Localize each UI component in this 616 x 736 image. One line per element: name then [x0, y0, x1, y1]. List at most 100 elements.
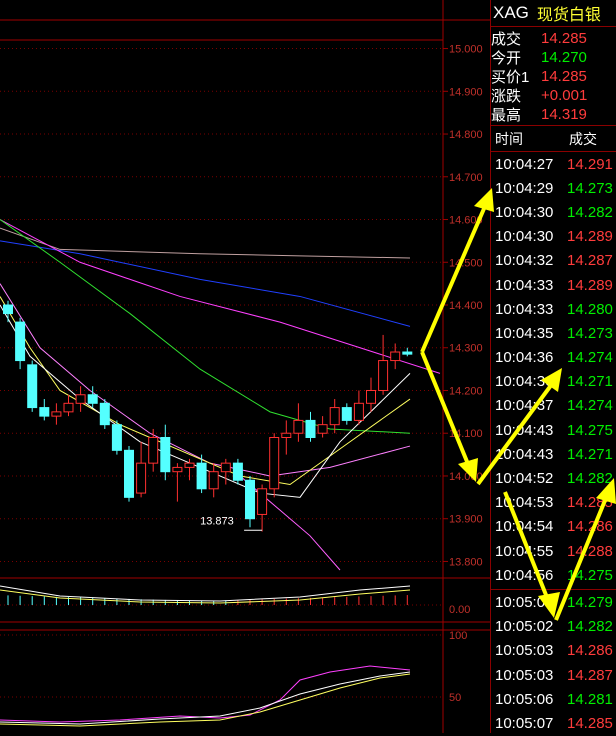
- ma-line-grey: [0, 227, 411, 259]
- ticks-header: 时间 成交: [491, 126, 616, 152]
- tick-price: 14.287: [567, 252, 613, 270]
- candle-body: [111, 424, 122, 451]
- tick-time: 10:05:07: [495, 714, 554, 732]
- quote-list: 成交 14.285 今开 14.270 买价1 14.285 涨跌 +0.001 最高 14.31…: [491, 27, 616, 126]
- tick-price: 14.279: [567, 593, 613, 611]
- candle-body: [366, 389, 376, 404]
- candle-body: [329, 407, 340, 426]
- quote-row: 成交 14.285: [491, 29, 616, 48]
- tick-price: 14.291: [567, 155, 613, 173]
- quote-value: +0.001: [541, 87, 588, 104]
- candle-body: [3, 304, 13, 315]
- quote-value: 14.285: [541, 30, 587, 47]
- tick-time: 10:04:36: [495, 349, 554, 367]
- y-tick-label: 14.700: [449, 172, 483, 184]
- tick-row[interactable]: 10:04:43 14.275: [491, 418, 616, 442]
- tick-time: 10:04:30: [495, 203, 554, 221]
- symbol-name: 现货白银: [536, 7, 601, 24]
- candle-body: [87, 394, 98, 404]
- tick-row[interactable]: 10:04:53 14.285: [491, 491, 616, 515]
- quote-row: 买价1 14.285: [491, 67, 616, 86]
- tick-row[interactable]: 10:05:07 14.285: [491, 711, 616, 735]
- tick-row[interactable]: 10:04:30 14.289: [491, 225, 616, 249]
- tick-row[interactable]: 10:04:37 14.274: [491, 394, 616, 418]
- quote-label: 买价1: [491, 69, 530, 86]
- candle-body: [136, 462, 147, 494]
- tick-price: 14.275: [567, 566, 613, 584]
- candle-body: [184, 462, 195, 468]
- tick-time: 10:04:55: [495, 542, 554, 560]
- tick-price: 14.273: [567, 324, 613, 342]
- tick-time: 10:04:33: [495, 300, 554, 318]
- quote-value: 14.270: [541, 49, 587, 66]
- quote-label: 今开: [491, 50, 522, 67]
- tick-price: 14.285: [567, 494, 613, 512]
- tick-price: 14.271: [567, 445, 613, 463]
- tick-price: 14.286: [567, 518, 613, 536]
- tick-price: 14.289: [567, 276, 613, 294]
- tick-time: 10:04:35: [495, 324, 554, 342]
- candle-body: [99, 402, 110, 426]
- macd-panel: 0.00: [0, 585, 470, 616]
- tick-row[interactable]: 10:04:36 14.274: [491, 346, 616, 370]
- y-tick-label: 14.100: [449, 428, 483, 440]
- tick-row[interactable]: 10:04:33 14.280: [491, 297, 616, 321]
- ma-line-pink: [0, 283, 411, 477]
- candle-body: [220, 462, 231, 473]
- tick-price: 14.280: [567, 300, 613, 318]
- ticks-list[interactable]: 10:04:27 14.291 10:04:29 14.273 10:04:30 14.2…: [491, 152, 616, 587]
- y-tick-label: 13.900: [449, 514, 483, 526]
- tick-row[interactable]: 10:04:29 14.273: [491, 176, 616, 200]
- tick-row[interactable]: 10:04:52 14.282: [491, 466, 616, 490]
- tick-row[interactable]: 10:04:54 14.286: [491, 515, 616, 539]
- candlestick-chart: 15.000 14.900 14.800 14.700 14.600 14.500 14.4…: [0, 0, 490, 733]
- tick-row[interactable]: 10:04:55 14.288: [491, 539, 616, 563]
- candle-body: [232, 462, 243, 481]
- candle-body: [281, 432, 292, 438]
- quote-row: 今开 14.270: [491, 48, 616, 67]
- kdj-tick-label: 100: [449, 630, 467, 642]
- tick-row[interactable]: 10:05:03 14.286: [491, 639, 616, 663]
- tick-time: 10:04:37: [495, 397, 554, 415]
- y-tick-label: 14.500: [449, 257, 483, 269]
- tick-row[interactable]: 10:04:30 14.282: [491, 200, 616, 224]
- tick-row[interactable]: 10:05:03 14.287: [491, 663, 616, 687]
- tick-time: 10:04:54: [495, 518, 554, 536]
- tick-row[interactable]: 10:05:06 14.281: [491, 687, 616, 711]
- min-price-label: 13.873: [200, 515, 234, 527]
- tick-row[interactable]: 10:04:35 14.273: [491, 321, 616, 345]
- candle-body: [293, 419, 304, 434]
- macd-axis-label: 0.00: [449, 604, 470, 616]
- candle-body: [39, 407, 50, 417]
- tick-price: 14.273: [567, 179, 613, 197]
- ma-line-green: [0, 219, 411, 434]
- tick-row[interactable]: 10:04:43 14.271: [491, 442, 616, 466]
- tick-row[interactable]: 10:05:02 14.282: [491, 615, 616, 639]
- y-tick-label: 14.800: [449, 129, 483, 141]
- candle-body: [27, 364, 38, 409]
- tick-row[interactable]: 10:04:56 14.275: [491, 563, 616, 587]
- ticks-list-2[interactable]: 10:05:01 14.279 10:05:02 14.282 10:05:03 14.2…: [491, 590, 616, 735]
- y-tick-label: 14.900: [449, 86, 483, 98]
- tick-price: 14.285: [567, 714, 613, 732]
- quote-value: 14.285: [541, 68, 587, 85]
- candle-body: [317, 424, 328, 434]
- candle-body: [208, 471, 219, 490]
- tick-time: 10:05:03: [495, 642, 554, 660]
- quote-row: 涨跌 +0.001: [491, 86, 616, 105]
- tick-row[interactable]: 10:04:36 14.271: [491, 370, 616, 394]
- tick-price: 14.282: [567, 470, 613, 488]
- symbol-code: XAG: [493, 3, 529, 22]
- kdj-panel: 100 50: [0, 630, 467, 727]
- ticks-header-price: 成交: [569, 130, 597, 147]
- tick-row[interactable]: 10:04:27 14.291: [491, 152, 616, 176]
- candle-body: [257, 488, 268, 515]
- tick-row[interactable]: 10:04:33 14.289: [491, 273, 616, 297]
- candle-body: [15, 321, 26, 362]
- tick-time: 10:04:56: [495, 566, 554, 584]
- tick-row[interactable]: 10:04:32 14.287: [491, 249, 616, 273]
- tick-price: 14.286: [567, 642, 613, 660]
- symbol-header: XAG 现货白银: [491, 0, 616, 27]
- tick-row[interactable]: 10:05:01 14.279: [491, 590, 616, 614]
- candle-body: [269, 437, 280, 490]
